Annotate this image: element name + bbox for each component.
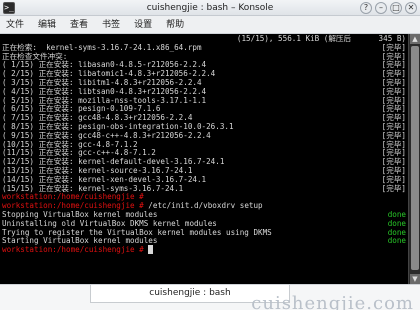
output-text: Uninstalling old VirtualBox DKMS kernel … [2,218,217,228]
output-text: (11/15) 正在安装: gcc-c++-4.8-7.1.2 [2,148,156,158]
window-title: cuishengjie : bash – Konsole [146,3,274,13]
text-cursor [148,245,153,255]
status-complete: [完毕] [381,183,406,193]
help-button[interactable]: ? [360,2,372,14]
output-text: Trying to register the VirtualBox kernel… [2,227,272,237]
output-text: ( 4/15) 正在安装: libtsan0-4.8.3+r212056-2.2… [2,86,207,96]
scroll-down-arrow-icon[interactable]: ▼ [410,274,420,284]
maximize-button[interactable]: □ [390,2,402,14]
title-bar: >_ cuishengjie : bash – Konsole ? – □ ✕ [0,0,420,16]
output-text: Starting VirtualBox kernel modules [2,236,158,246]
output-text: (12/15) 正在安装: kernel-default-devel-3.16.… [2,157,225,167]
minimize-button[interactable]: – [375,2,387,14]
menu-help[interactable]: 帮助 [166,16,184,34]
output-text: ( 7/15) 正在安装: gcc48-4.8.3+r212056-2.2.4 [2,113,193,123]
output-text: (14/15) 正在安装: kernel-xen-devel-3.16.7-24… [2,174,207,184]
output-text: ( 9/15) 正在安装: gcc48-c++-4.8.3+r212056-2.… [2,130,211,140]
output-text: (15/15) 正在安装: kernel-syms-3.16.7-24.1 [2,183,184,193]
output-text: 正在检索: kernel-syms-3.16.7-24.1.x86_64.rpm [2,42,202,52]
shell-prompt: workstation:/home/cuishengjie # [2,201,144,211]
terminal-output: (15/15), 556.1 KiB (解压后 345 B) 正在检索: kern… [2,34,406,255]
close-button[interactable]: ✕ [405,2,417,14]
output-text: ( 3/15) 正在安装: libitm1-4.8.3+r212056-2.2.… [2,77,202,87]
scroll-up-arrow-icon[interactable]: ▲ [410,34,420,44]
output-text: Stopping VirtualBox kernel modules [2,209,158,219]
output-text: ( 8/15) 正在安装: pesign-obs-integration-10.… [2,121,234,131]
menu-settings[interactable]: 设置 [134,16,152,34]
shell-prompt: workstation:/home/cuishengjie # [2,245,144,255]
command-text: /etc/init.d/vboxdrv setup [143,201,263,211]
output-text: (13/15) 正在安装: kernel-source-3.16.7-24.1 [2,165,193,175]
status-done: done [387,236,406,246]
scrollbar-thumb[interactable] [411,46,419,270]
terminal-line: workstation:/home/cuishengjie # [2,245,406,255]
menu-view[interactable]: 查看 [70,16,88,34]
menu-bookmarks[interactable]: 书签 [102,16,120,34]
menu-bar: 文件 编辑 查看 书签 设置 帮助 [0,16,420,34]
shell-prompt: workstation:/home/cuishengjie # [2,192,144,202]
tab-bar: cuishengjie : bash cuishengjie.com [0,284,420,310]
menu-edit[interactable]: 编辑 [38,16,56,34]
terminal-area[interactable]: (15/15), 556.1 KiB (解压后 345 B) 正在检索: kern… [0,34,420,284]
status-complete: (15/15), 556.1 KiB (解压后 345 B) [236,34,406,43]
output-text: ( 2/15) 正在安装: libatomic1-4.8.3+r212056-2… [2,69,216,79]
menu-file[interactable]: 文件 [6,16,24,34]
vertical-scrollbar[interactable]: ▲ ▼ [408,34,420,284]
window-controls: ? – □ ✕ [360,2,417,14]
watermark: cuishengjie.com [251,293,414,310]
